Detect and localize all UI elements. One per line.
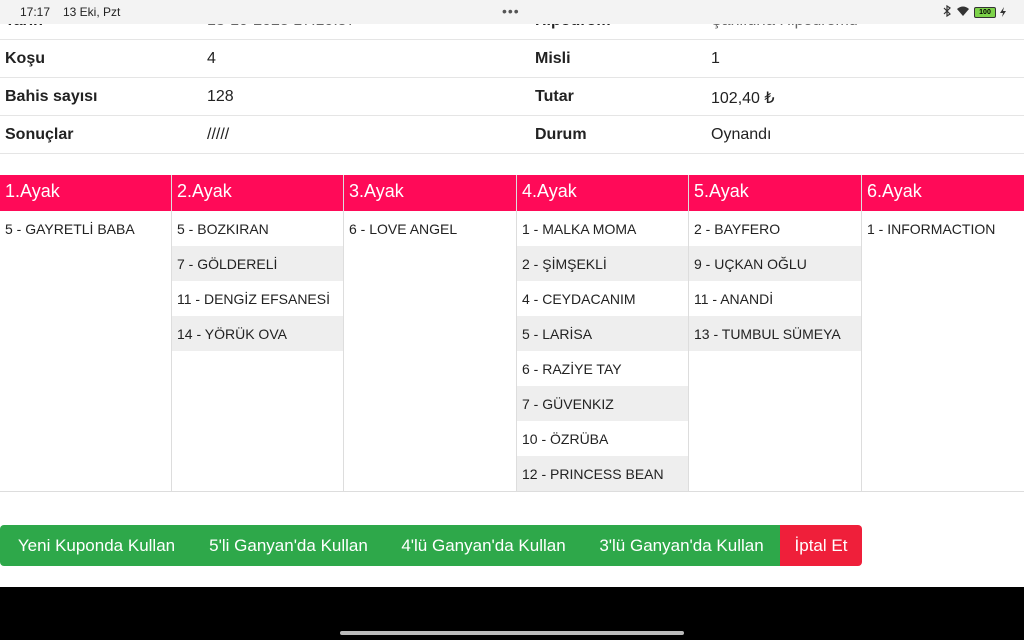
- legs-grid: 1.Ayak 5 - GAYRETLİ BABA 2.Ayak 5 - BOZK…: [0, 175, 1024, 492]
- horse-item: 5 - LARİSA: [517, 316, 688, 351]
- details-row-results: Sonuçlar ///// Durum Oynandı: [0, 116, 1024, 154]
- leg-column-1: 1.Ayak 5 - GAYRETLİ BABA: [0, 175, 172, 492]
- more-dots-icon[interactable]: •••: [502, 3, 520, 19]
- horse-item: 1 - MALKA MOMA: [522, 221, 637, 237]
- use-in-4-ganyan-button[interactable]: 4'lü Ganyan'da Kullan: [384, 525, 583, 566]
- charging-icon: [1000, 6, 1006, 20]
- horse-item: 9 - UÇKAN OĞLU: [689, 246, 861, 281]
- leg-column-6: 6.Ayak 1 - INFORMACTION: [862, 175, 1024, 492]
- use-in-5-ganyan-button[interactable]: 5'li Ganyan'da Kullan: [193, 525, 384, 566]
- status-label: Durum: [535, 126, 587, 143]
- leg-column-3: 3.Ayak 6 - LOVE ANGEL: [344, 175, 517, 492]
- horse-item: 6 - LOVE ANGEL: [349, 221, 458, 237]
- leg-header: 5.Ayak: [689, 175, 861, 211]
- bluetooth-icon: [942, 4, 952, 20]
- use-in-new-coupon-button[interactable]: Yeni Kuponda Kullan: [0, 525, 193, 566]
- cancel-button[interactable]: İptal Et: [780, 525, 862, 566]
- action-bar: Yeni Kuponda Kullan 5'li Ganyan'da Kulla…: [0, 525, 862, 566]
- horse-item: 13 - TUMBUL SÜMEYA: [689, 316, 861, 351]
- horse-item: 7 - GÜVENKIZ: [517, 386, 688, 421]
- multiplier-label: Misli: [535, 50, 571, 67]
- bet-count-value: 128: [207, 88, 234, 105]
- results-label: Sonuçlar: [5, 126, 74, 143]
- date: 13 Eki, Pzt: [63, 5, 121, 19]
- horse-item: 14 - YÖRÜK OVA: [172, 316, 343, 351]
- use-in-3-ganyan-button[interactable]: 3'lü Ganyan'da Kullan: [583, 525, 780, 566]
- details-row-race: Koşu 4 Misli 1: [0, 40, 1024, 78]
- horse-item: 11 - DENGİZ EFSANESİ: [177, 291, 330, 307]
- leg-header: 3.Ayak: [344, 175, 516, 211]
- race-label: Koşu: [5, 50, 45, 67]
- leg-column-2: 2.Ayak 5 - BOZKIRAN 7 - GÖLDERELİ 11 - D…: [172, 175, 344, 492]
- horse-item: 2 - ŞİMŞEKLİ: [517, 246, 688, 281]
- system-status-bar: 17:17 13 Eki, Pzt ••• 100: [0, 0, 1024, 24]
- wifi-icon: [956, 6, 970, 20]
- home-gesture-handle[interactable]: [340, 631, 684, 635]
- horse-item: 7 - GÖLDERELİ: [172, 246, 343, 281]
- horse-item: 5 - BOZKIRAN: [177, 221, 269, 237]
- horse-item: 6 - RAZİYE TAY: [522, 361, 622, 377]
- details-row-bet-count: Bahis sayısı 128 Tutar 102,40 ₺: [0, 78, 1024, 116]
- amount-label: Tutar: [535, 88, 574, 105]
- horse-item: 4 - CEYDACANIM: [522, 291, 636, 307]
- battery-icon: 100: [974, 7, 996, 18]
- horse-item: 11 - ANANDİ: [694, 291, 774, 307]
- coupon-detail-screen: Tarih 13-10-2025 17:10:57 Hipodrom Şanlı…: [0, 0, 1024, 640]
- leg-column-4: 4.Ayak 1 - MALKA MOMA 2 - ŞİMŞEKLİ 4 - C…: [517, 175, 689, 492]
- race-value: 4: [207, 50, 216, 67]
- horse-item: 12 - PRINCESS BEAN: [517, 456, 688, 491]
- horse-item: 2 - BAYFERO: [694, 221, 781, 237]
- horse-item: 10 - ÖZRÜBA: [522, 431, 609, 447]
- system-nav-bar: [0, 587, 1024, 640]
- horse-item: 1 - INFORMACTION: [867, 221, 996, 237]
- status-value: Oynandı: [711, 126, 772, 143]
- leg-header: 4.Ayak: [517, 175, 688, 211]
- leg-header: 1.Ayak: [0, 175, 171, 211]
- leg-header: 6.Ayak: [862, 175, 1024, 211]
- leg-header: 2.Ayak: [172, 175, 343, 211]
- bet-count-label: Bahis sayısı: [5, 88, 98, 105]
- results-value: /////: [207, 126, 230, 143]
- horse-item: 5 - GAYRETLİ BABA: [5, 221, 135, 237]
- multiplier-value: 1: [711, 50, 720, 67]
- clock: 17:17: [20, 5, 51, 19]
- amount-value: 102,40 ₺: [711, 90, 775, 107]
- leg-column-5: 5.Ayak 2 - BAYFERO 9 - UÇKAN OĞLU 11 - A…: [689, 175, 862, 492]
